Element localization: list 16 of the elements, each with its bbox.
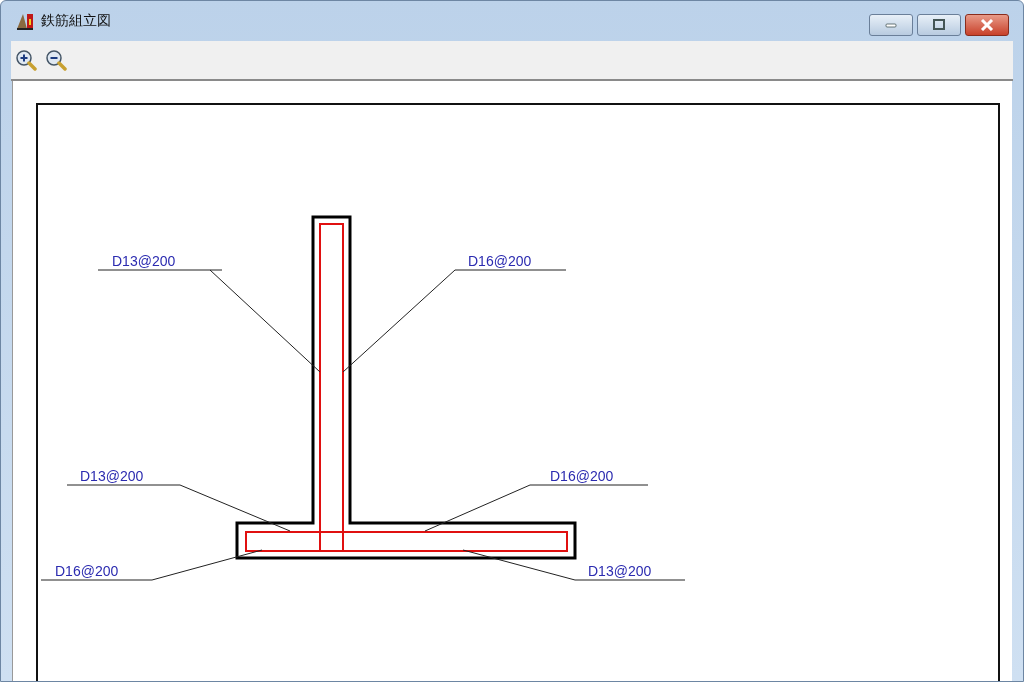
rebar-label: D13@200	[80, 468, 144, 484]
rebar-label: D13@200	[112, 253, 176, 269]
app-icon	[15, 11, 35, 31]
maximize-icon	[932, 19, 946, 31]
rebar-label: D16@200	[550, 468, 614, 484]
rebar-label: D13@200	[588, 563, 652, 579]
zoom-out-icon[interactable]	[45, 49, 67, 71]
close-button[interactable]	[965, 14, 1009, 36]
minimize-button[interactable]	[869, 14, 913, 36]
maximize-button[interactable]	[917, 14, 961, 36]
window-title: 鉄筋組立図	[41, 12, 111, 30]
close-icon	[979, 19, 995, 31]
rebar-label: D16@200	[55, 563, 119, 579]
rebar-label: D16@200	[468, 253, 532, 269]
minimize-icon	[884, 21, 898, 29]
zoom-in-icon[interactable]	[15, 49, 37, 71]
